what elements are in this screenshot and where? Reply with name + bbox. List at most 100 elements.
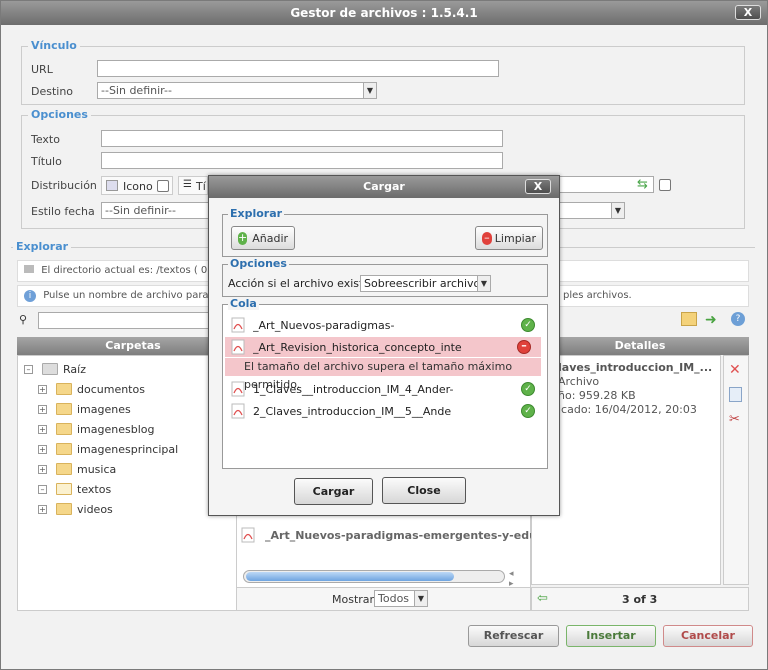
window-title: Gestor de archivos : 1.5.4.1 xyxy=(290,6,478,20)
dialog-titlebar: Cargar X xyxy=(209,176,559,198)
collapse-icon[interactable]: – xyxy=(38,484,47,494)
url-input[interactable] xyxy=(97,60,499,77)
details-pager: ⇦ 3 of 3 xyxy=(531,587,749,611)
error-icon[interactable]: – xyxy=(517,340,531,354)
scroll-arrows-icon[interactable]: ◂ ▸ xyxy=(509,569,514,589)
expand-icon[interactable]: + xyxy=(38,444,47,454)
delete-icon[interactable]: ✕ xyxy=(729,362,741,378)
tree-folder-imagenesprincipal[interactable]: + imagenesprincipal xyxy=(38,440,178,458)
files-footer: Mostrar Todos ▼ xyxy=(236,587,531,611)
details-size: ño: 959.28 KB xyxy=(558,389,636,402)
expand-icon[interactable]: + xyxy=(38,384,47,394)
cut-icon[interactable]: ✂ xyxy=(729,412,740,427)
collapse-icon[interactable]: – xyxy=(24,364,33,374)
expand-icon[interactable]: + xyxy=(38,424,47,434)
new-folder-icon[interactable] xyxy=(681,312,697,326)
queue-item[interactable]: _Art_Revision_historica_concepto_inte – xyxy=(225,337,541,357)
cargar-button[interactable]: Cargar xyxy=(294,478,373,505)
icono-checkbox[interactable] xyxy=(157,180,169,192)
image-icon xyxy=(106,180,118,191)
copy-icon[interactable] xyxy=(729,387,742,402)
vinculo-legend: Vínculo xyxy=(28,39,80,52)
details-title: laves_introduccion_IM_... xyxy=(558,361,713,374)
explorar-legend: Explorar xyxy=(13,240,72,253)
dialog-close-icon[interactable]: X xyxy=(525,179,551,194)
tree-folder-imagenesblog[interactable]: + imagenesblog xyxy=(38,420,154,438)
insertar-button[interactable]: Insertar xyxy=(566,625,656,647)
pdf-icon xyxy=(241,527,255,543)
details-type: Archivo xyxy=(558,375,600,388)
success-icon: ✓ xyxy=(521,404,535,418)
url-label: URL xyxy=(31,63,53,76)
texto-input[interactable] xyxy=(101,130,503,147)
queue-item[interactable]: 2_Claves_introduccion_IM__5__Ande ✓ xyxy=(231,401,539,421)
queue-item-name: 2_Claves_introduccion_IM__5__Ande xyxy=(253,404,452,418)
queue-item-name: _Art_Revision_historica_concepto_inte xyxy=(253,340,462,354)
titulo-option[interactable]: ☰ Tí xyxy=(178,176,208,195)
folder-name: imagenes xyxy=(77,402,131,416)
estilo-fecha-value: --Sin definir-- xyxy=(105,204,176,217)
folder-name: imagenesblog xyxy=(77,422,155,436)
accion-select[interactable]: Sobreescribir archivo ▼ xyxy=(360,275,491,292)
dialog-cola-fieldset: Cola _Art_Nuevos-paradigmas- ✓ _Art_Revisi… xyxy=(222,297,548,469)
destino-label: Destino xyxy=(31,85,74,98)
titulo-input[interactable] xyxy=(101,152,503,169)
tree-folder-imagenes[interactable]: + imagenes xyxy=(38,400,131,418)
distribucion-label: Distribución xyxy=(31,179,97,192)
folder-name: musica xyxy=(77,462,117,476)
folder-icon xyxy=(56,423,72,435)
icono-option[interactable]: Icono xyxy=(101,176,173,195)
tree-folder-videos[interactable]: + videos xyxy=(38,500,113,518)
dialog-close-button[interactable]: Close xyxy=(382,477,466,504)
folder-name: videos xyxy=(77,502,113,516)
cola-legend: Cola xyxy=(228,297,259,310)
upload-icon[interactable]: ➜ xyxy=(705,312,717,328)
mostrar-select[interactable]: Todos ▼ xyxy=(374,590,428,607)
queue-item[interactable]: 1_Claves__introduccion_IM_4_Ander- ✓ xyxy=(231,379,539,399)
pdf-icon xyxy=(231,339,245,355)
pdf-icon xyxy=(231,403,245,419)
anadir-button[interactable]: + Añadir xyxy=(231,226,295,250)
folder-icon xyxy=(56,483,72,495)
pager-text: 3 of 3 xyxy=(622,593,658,606)
expand-icon[interactable]: + xyxy=(38,464,47,474)
search-input[interactable] xyxy=(38,312,218,329)
tree-folder-textos[interactable]: – textos xyxy=(38,480,111,498)
expand-icon[interactable]: + xyxy=(38,404,47,414)
horizontal-scrollbar[interactable]: ◂ ▸ xyxy=(243,569,514,589)
distribucion-checkbox[interactable] xyxy=(659,179,671,191)
pdf-icon xyxy=(231,381,245,397)
refrescar-button[interactable]: Refrescar xyxy=(468,625,559,647)
file-name: _Art_Nuevos-paradigmas-emergentes-y-educ… xyxy=(265,528,551,542)
dialog-explorar-legend: Explorar xyxy=(228,207,285,220)
current-dir-text: El directorio actual es: /textos ( 0 ca xyxy=(41,265,223,276)
help-icon[interactable]: ? xyxy=(731,312,745,326)
destino-select[interactable]: --Sin definir-- ▼ xyxy=(97,82,377,99)
queue-item-name: _Art_Nuevos-paradigmas- xyxy=(253,318,395,332)
chevron-down-icon: ▼ xyxy=(414,591,427,606)
tree-folder-musica[interactable]: + musica xyxy=(38,460,116,478)
success-icon: ✓ xyxy=(521,318,535,332)
folder-name: documentos xyxy=(77,382,145,396)
window-close-button[interactable]: X xyxy=(735,5,761,20)
pdf-icon xyxy=(231,317,245,333)
limpiar-button[interactable]: – Limpiar xyxy=(475,226,543,250)
binoculars-icon: ⚲ xyxy=(19,313,28,326)
detalles-header: Detalles xyxy=(531,337,749,355)
details-toolbar: ✕ ✂ xyxy=(723,355,749,585)
prev-page-icon[interactable]: ⇦ xyxy=(537,591,548,606)
folder-icon xyxy=(42,363,58,375)
cancelar-button[interactable]: Cancelar xyxy=(663,625,753,647)
dialog-title: Cargar xyxy=(363,180,405,193)
tree-folder-Raíz[interactable]: – Raíz xyxy=(24,360,86,378)
tree-folder-documentos[interactable]: + documentos xyxy=(38,380,145,398)
upload-dialog: Cargar X Explorar + Añadir – Limpiar Opc… xyxy=(208,175,560,516)
success-icon: ✓ xyxy=(521,382,535,396)
chevron-down-icon: ▼ xyxy=(477,276,490,291)
scrollbar-thumb[interactable] xyxy=(246,572,454,581)
info-text-right: ples archivos. xyxy=(563,290,632,301)
queue-item[interactable]: _Art_Nuevos-paradigmas- ✓ xyxy=(231,315,539,335)
refresh-icon[interactable]: ⇆ xyxy=(637,177,648,192)
expand-icon[interactable]: + xyxy=(38,504,47,514)
file-row[interactable]: _Art_Nuevos-paradigmas-emergentes-y-educ… xyxy=(241,527,551,543)
